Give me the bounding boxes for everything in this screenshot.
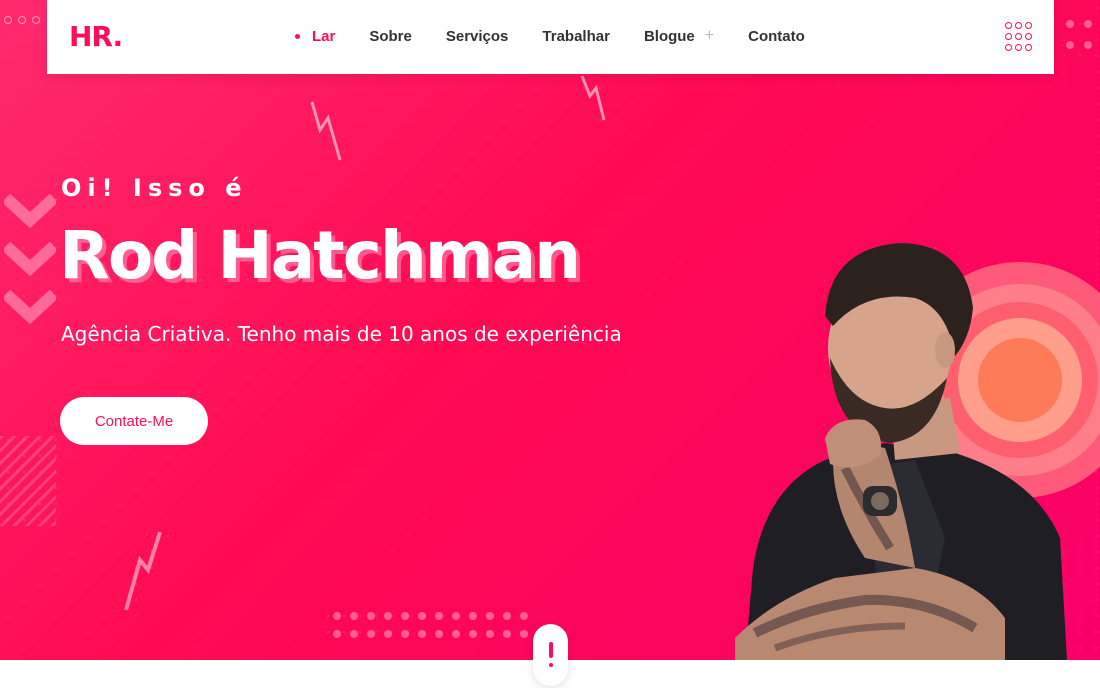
- dots-grid-icon[interactable]: [1005, 22, 1033, 52]
- lightning-bolt-decoration: [124, 531, 162, 611]
- nav-item-servicos[interactable]: Serviços: [446, 28, 509, 45]
- navbar: HR. Lar Sobre Serviços Trabalhar Blogue …: [47, 0, 1054, 74]
- nav-item-label: Lar: [312, 27, 336, 45]
- nav-item-label: Serviços: [445, 27, 509, 45]
- nav-item-sobre[interactable]: Sobre: [369, 28, 412, 45]
- logo[interactable]: HR.: [69, 20, 123, 53]
- hero-greeting: Oi! Isso é: [61, 174, 248, 202]
- scroll-indicator-icon[interactable]: [533, 624, 568, 686]
- nav-item-label: Trabalhar: [542, 27, 610, 45]
- hero-subtitle: Agência Criativa. Tenho mais de 10 anos …: [61, 322, 622, 346]
- hero-name: Rod Hatchman: [59, 217, 581, 294]
- contact-button[interactable]: Contate-Me: [60, 397, 208, 445]
- lightning-bolt-decoration: [310, 101, 342, 161]
- striped-decoration: [0, 436, 56, 526]
- nav-item-label: Contato: [748, 27, 805, 45]
- lightning-bolt-decoration: [580, 75, 606, 121]
- plus-icon[interactable]: +: [705, 27, 714, 45]
- nav-item-blogue[interactable]: Blogue +: [644, 27, 714, 45]
- main-nav: Lar Sobre Serviços Trabalhar Blogue + Co…: [295, 27, 839, 45]
- nav-item-label: Blogue: [643, 27, 695, 45]
- nav-item-contato[interactable]: Contato: [748, 28, 805, 45]
- exclamation-icon: [548, 642, 553, 668]
- chevron-decoration: [4, 193, 56, 325]
- profile-photo: [735, 243, 1067, 660]
- nav-item-label: Sobre: [369, 27, 412, 45]
- active-dot-icon: [295, 33, 300, 39]
- nav-item-trabalhar[interactable]: Trabalhar: [542, 28, 610, 45]
- corner-dots-decoration: [1066, 20, 1092, 49]
- nav-item-lar[interactable]: Lar: [295, 28, 335, 45]
- dot-grid-decoration: [333, 612, 537, 638]
